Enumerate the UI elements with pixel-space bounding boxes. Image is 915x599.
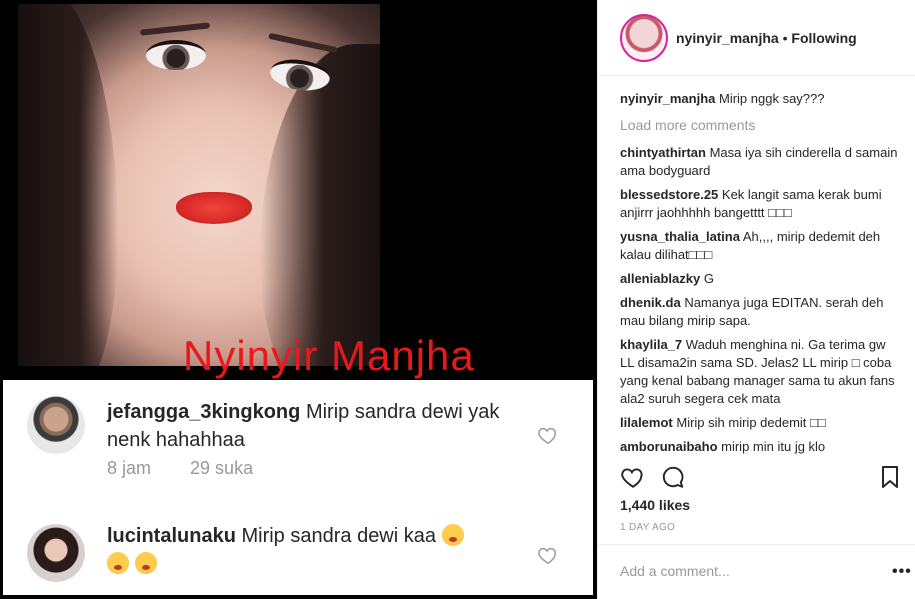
instagram-post-view: Nyinyir Manjha jefangga_3kingkong Mirip … [0,0,915,599]
list-item: khaylila_7 Waduh menghina ni. Ga terima … [620,336,900,408]
kissing-face-icon [441,524,464,546]
add-comment-bar: Add a comment... ••• [598,544,915,599]
caption-text: Mirip nggk say??? [719,91,825,106]
comment-icon[interactable] [660,464,686,490]
list-item: lilalemot Mirip sih mirip dedemit □□ [620,414,900,432]
embedded-comment: lucintalunaku Mirip sandra dewi kaa [3,518,593,588]
heart-eyes-face-icon [134,552,157,574]
heart-icon [538,427,556,445]
comment-username[interactable]: amborunaibaho [620,439,718,454]
comments-list: nyinyir_manjha Mirip nggk say??? Load mo… [620,90,900,462]
comment-text: Mirip sih mirip dedemit □□ [676,415,826,430]
eyebrow-right [268,32,338,54]
list-item: alleniablazky G [620,270,900,288]
comment-time: 8 jam [107,458,152,478]
hair-right [260,44,380,366]
embedded-comment: jefangga_3kingkong Mirip sandra dewi yak… [3,394,593,504]
comment-username: jefangga_3kingkong [107,401,301,423]
comment-text: G [703,271,714,286]
profile-avatar[interactable] [620,14,668,62]
eye-left [146,40,206,70]
kissing-face-icon [107,552,129,574]
list-item: amborunaibaho mirip min itu jg klo [620,438,900,456]
comment-username: lucintalunaku [107,525,236,547]
add-comment-input[interactable]: Add a comment... [620,563,730,579]
hair-left [18,4,118,366]
list-item: blessedstore.25 Kek langit sama kerak bu… [620,186,900,222]
embedded-comment-screenshot: jefangga_3kingkong Mirip sandra dewi yak… [3,380,593,595]
post-header: nyinyir_manjha • Following [598,0,915,76]
comment-username[interactable]: khaylila_7 [620,337,682,352]
list-item: chintyathirtan Masa iya sih cinderella d… [620,144,900,180]
comment-username[interactable]: chintyathirtan [620,145,706,160]
profile-username-link[interactable]: nyinyir_manjha [676,30,779,46]
comment-text: mirip min itu jg klo [721,439,826,454]
load-more-comments-link[interactable]: Load more comments [620,116,900,134]
list-item: yusna_thalia_latina Ah,,,, mirip dedemit… [620,228,900,264]
post-image[interactable]: Nyinyir Manjha jefangga_3kingkong Mirip … [0,0,597,599]
bookmark-icon[interactable] [880,464,900,490]
following-button[interactable]: Following [791,30,856,46]
separator-dot: • [782,30,788,46]
action-bar [620,464,898,490]
heart-icon [538,547,556,565]
post-sidebar: nyinyir_manjha • Following nyinyir_manjh… [597,0,915,599]
caption-username[interactable]: nyinyir_manjha [620,91,715,106]
caption: nyinyir_manjha Mirip nggk say??? [620,90,900,108]
avatar [27,396,85,454]
comment-text: Mirip sandra dewi kaa [241,525,436,547]
avatar [27,524,85,582]
comment-username[interactable]: alleniablazky [620,271,700,286]
likes-count[interactable]: 1,440 likes [620,497,690,513]
lips [176,192,252,224]
watermark-text: Nyinyir Manjha [183,332,475,379]
list-item: dhenik.da Namanya juga EDITAN. serah deh… [620,294,900,330]
comment-likes: 29 suka [190,458,254,478]
eyebrow-left [139,22,211,36]
comment-username[interactable]: lilalemot [620,415,673,430]
comment-username[interactable]: yusna_thalia_latina [620,229,740,244]
comment-username[interactable]: dhenik.da [620,295,681,310]
comment-username[interactable]: blessedstore.25 [620,187,718,202]
post-date[interactable]: 1 DAY AGO [620,522,675,533]
heart-icon[interactable] [620,464,646,490]
portrait-photo [18,4,380,366]
more-options-icon[interactable]: ••• [892,563,912,581]
